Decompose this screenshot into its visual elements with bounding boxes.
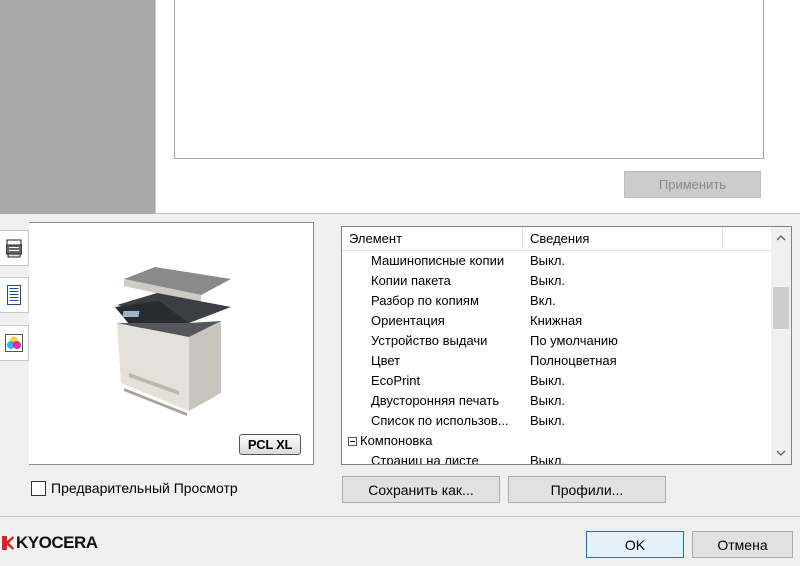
settings-content-box: [174, 0, 764, 159]
tab-document[interactable]: [0, 277, 29, 313]
background-area: [0, 0, 155, 214]
row-name: Разбор по копиям: [371, 293, 479, 308]
kyocera-logo: KYOCERA: [2, 533, 98, 553]
row-name: Копии пакета: [371, 273, 451, 288]
group-name-cell: Компоновка: [342, 431, 523, 451]
table-row[interactable]: Двусторонняя печать Выкл.: [342, 391, 771, 411]
preview-checkbox-label: Предварительный Просмотр: [51, 480, 238, 496]
row-value: По умолчанию: [530, 333, 618, 348]
ok-button[interactable]: OK: [586, 531, 684, 558]
row-value: Полноцветная: [530, 353, 617, 368]
row-name: Страниц на листе: [371, 453, 479, 465]
scroll-thumb[interactable]: [773, 287, 789, 329]
cancel-button[interactable]: Отмена: [692, 531, 793, 558]
pcl-xl-badge: PCL XL: [239, 434, 301, 455]
row-name: Устройство выдачи: [371, 333, 488, 348]
table-row[interactable]: Машинописные копии Выкл.: [342, 251, 771, 271]
row-value: Выкл.: [530, 453, 566, 465]
table-row[interactable]: Ориентация Книжная: [342, 311, 771, 331]
table-row[interactable]: Список по использов... Выкл.: [342, 411, 771, 431]
document-tab-icon: [7, 285, 21, 305]
table-row[interactable]: Разбор по копиям Вкл.: [342, 291, 771, 311]
table-header: Элемент Сведения: [342, 227, 771, 251]
color-tab-icon: [5, 334, 23, 352]
kyocera-mark-icon: [2, 536, 14, 550]
apply-button[interactable]: Применить: [624, 171, 761, 198]
preview-checkbox[interactable]: [31, 480, 46, 496]
row-value: Выкл.: [530, 253, 566, 268]
row-value: Книжная: [530, 313, 583, 328]
group-name: Компоновка: [360, 433, 433, 448]
footer-divider: [0, 516, 800, 517]
table-row[interactable]: Устройство выдачи По умолчанию: [342, 331, 771, 351]
row-name: Машинописные копии: [371, 253, 505, 268]
printer-image: [115, 267, 231, 416]
column-header-empty: [723, 227, 771, 251]
table-row[interactable]: Страниц на листе Выкл.: [342, 451, 771, 465]
settings-panel: Применить: [155, 0, 800, 214]
profiles-button[interactable]: Профили...: [508, 476, 666, 503]
row-value: Выкл.: [530, 413, 566, 428]
table-row[interactable]: EcoPrint Выкл.: [342, 371, 771, 391]
row-value: Выкл.: [530, 373, 566, 388]
preview-checkbox-row[interactable]: Предварительный Просмотр: [31, 480, 238, 496]
row-value: Выкл.: [530, 393, 566, 408]
scroll-up-icon[interactable]: [771, 229, 791, 247]
row-name: Цвет: [371, 353, 401, 368]
table-row[interactable]: Цвет Полноцветная: [342, 351, 771, 371]
printer-preview: PCL XL: [29, 222, 314, 465]
column-header-element[interactable]: Элемент: [342, 227, 523, 251]
minus-expander-icon[interactable]: [348, 436, 357, 446]
row-name: Двусторонняя печать: [371, 393, 500, 408]
save-as-button[interactable]: Сохранить как...: [342, 476, 500, 503]
table-scrollbar[interactable]: [771, 227, 791, 464]
tab-printer[interactable]: [0, 230, 29, 266]
row-name: Список по использов...: [371, 413, 509, 428]
table-row[interactable]: Копии пакета Выкл.: [342, 271, 771, 291]
column-header-details[interactable]: Сведения: [523, 227, 723, 251]
tab-color[interactable]: [0, 325, 29, 361]
table-rows: Машинописные копии Выкл. Копии пакета Выкл…: [342, 251, 771, 465]
row-name: EcoPrint: [371, 373, 421, 388]
brand-name: KYOCERA: [16, 533, 98, 552]
table-group-row[interactable]: Компоновка: [342, 431, 771, 451]
row-name: Ориентация: [371, 313, 445, 328]
row-value: Вкл.: [530, 293, 556, 308]
settings-summary-table[interactable]: Элемент Сведения Машинописные копии Выкл.…: [341, 226, 792, 465]
printer-tab-icon: [6, 239, 22, 258]
row-value: Выкл.: [530, 273, 566, 288]
scroll-down-icon[interactable]: [771, 444, 791, 462]
